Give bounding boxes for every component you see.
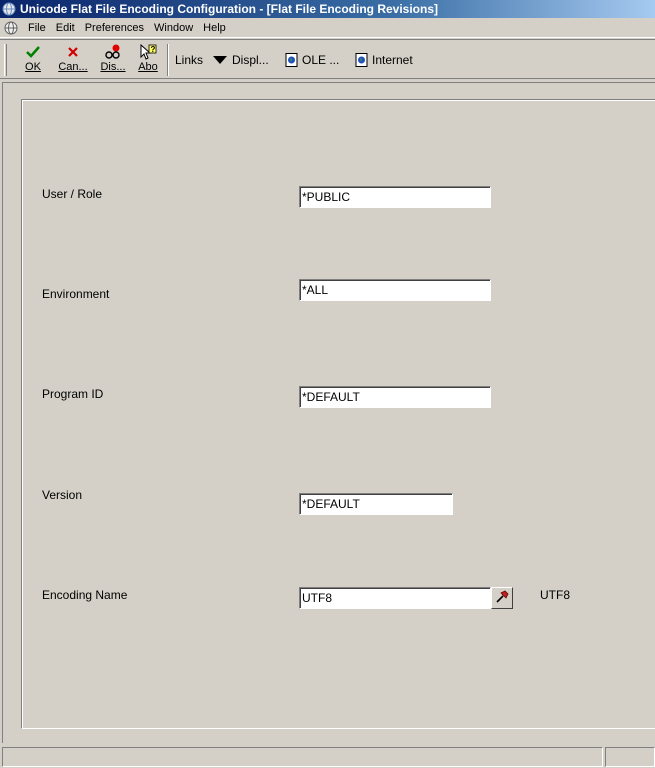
internet-button[interactable]: Internet — [355, 52, 413, 68]
ole-button[interactable]: OLE ... — [285, 52, 339, 68]
internet-label: Internet — [372, 53, 413, 67]
links-label: Links — [175, 53, 204, 67]
links-button[interactable]: Links — [175, 52, 203, 68]
form-panel: User / Role Environment Program ID Versi… — [21, 99, 655, 729]
program-id-label: Program ID — [42, 387, 104, 401]
svg-text:?: ? — [151, 45, 156, 54]
status-pane-main — [2, 747, 603, 767]
menu-window[interactable]: Window — [149, 22, 198, 34]
display-menu-button[interactable]: Displ... — [213, 52, 269, 68]
display-label: Dis... — [100, 61, 126, 73]
about-button[interactable]: ? Abo — [135, 43, 161, 77]
user-role-label: User / Role — [42, 187, 103, 201]
user-role-field[interactable] — [299, 186, 491, 208]
globe-icon[interactable] — [1, 1, 17, 17]
display-button[interactable]: Dis... — [97, 43, 129, 77]
document-globe-icon — [285, 53, 299, 67]
menu-help[interactable]: Help — [198, 22, 231, 34]
checkmark-icon — [20, 43, 46, 61]
about-label: Abo — [138, 61, 158, 73]
title-bar: Unicode Flat File Encoding Configuration… — [0, 0, 655, 18]
ole-label: OLE ... — [302, 53, 340, 67]
cancel-button[interactable]: Can... — [55, 43, 91, 77]
version-label: Version — [42, 488, 83, 502]
toolbar-separator — [167, 44, 169, 76]
status-bar — [0, 745, 655, 768]
encoding-name-label: Encoding Name — [42, 588, 128, 602]
client-area: User / Role Environment Program ID Versi… — [0, 80, 655, 745]
version-field[interactable] — [299, 493, 453, 515]
encoding-name-field[interactable] — [299, 587, 491, 609]
menu-file[interactable]: File — [23, 22, 51, 34]
toolbar: OK Can... Dis... ? Abo Links Displ... OL… — [0, 39, 655, 79]
pointer-help-icon: ? — [135, 43, 161, 61]
menu-edit[interactable]: Edit — [51, 22, 80, 34]
encoding-description: UTF8 — [540, 588, 570, 602]
window-title: Unicode Flat File Encoding Configuration… — [20, 2, 439, 16]
glasses-icon — [97, 43, 129, 61]
x-icon — [55, 43, 91, 61]
menu-bar: File Edit Preferences Window Help — [0, 18, 655, 38]
environment-label: Environment — [42, 287, 110, 301]
document-globe-icon — [355, 53, 369, 67]
dropdown-arrow-icon — [213, 53, 227, 67]
ok-button[interactable]: OK — [20, 43, 46, 77]
ok-label: OK — [25, 61, 41, 73]
status-pane-secondary — [605, 747, 655, 767]
toolbar-grip[interactable] — [4, 44, 7, 76]
displ-label: Displ... — [232, 53, 269, 67]
encoding-lookup-button[interactable] — [491, 587, 513, 609]
program-id-field[interactable] — [299, 386, 491, 408]
environment-field[interactable] — [299, 279, 491, 301]
globe-icon[interactable] — [2, 20, 20, 36]
cancel-label: Can... — [58, 61, 88, 73]
hammer-icon — [495, 590, 509, 607]
menu-preferences[interactable]: Preferences — [80, 22, 149, 34]
